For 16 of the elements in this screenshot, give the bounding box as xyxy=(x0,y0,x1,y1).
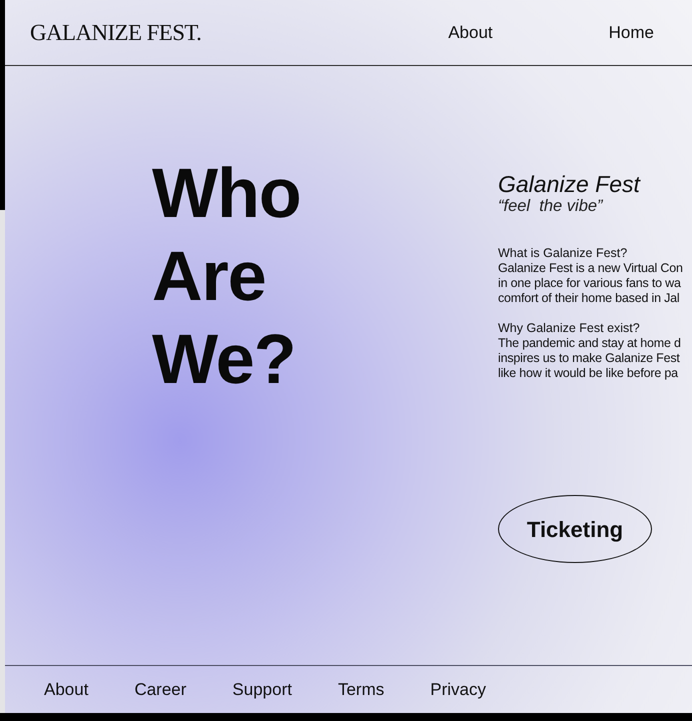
section-question: Why Galanize Fest exist? xyxy=(498,321,641,336)
hero-heading: Who Are We? xyxy=(152,153,301,400)
footer-link[interactable]: Career xyxy=(134,676,186,702)
nav-link[interactable]: Home xyxy=(608,20,654,46)
nav-link[interactable]: About xyxy=(448,20,493,46)
section-paragraph: The pandemic and stay at home d inspires us to make Galanize Fest like how it would be like before pa xyxy=(498,336,682,381)
footer-link[interactable]: Privacy xyxy=(430,676,486,702)
section-question: What is Galanize Fest? xyxy=(498,246,628,261)
intro-title: Galanize Fest xyxy=(498,171,642,197)
footer-link[interactable]: Support xyxy=(232,676,292,702)
footer-link[interactable]: Terms xyxy=(338,676,384,702)
site-logo[interactable]: GALANIZE FEST. xyxy=(30,18,202,46)
ticketing-button[interactable]: Ticketing xyxy=(498,495,652,563)
section-paragraph: Galanize Fest is a new Virtual Con in one place for various fans to wa comfort of their home based in Jal xyxy=(498,261,684,306)
intro-tagline: “feel the vibe” xyxy=(498,197,604,216)
footer-link[interactable]: About xyxy=(44,676,88,702)
